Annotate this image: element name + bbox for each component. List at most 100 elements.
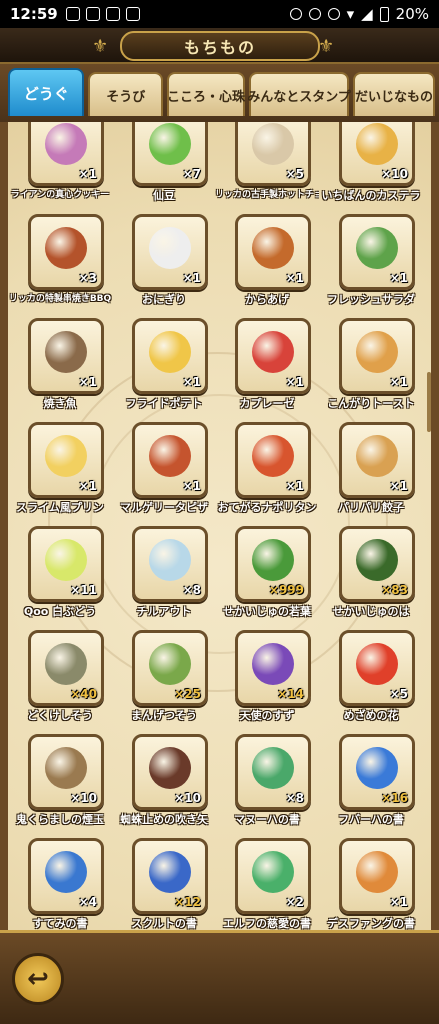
bottom-bar: ↩ [0, 930, 439, 1024]
tab-daiji[interactable]: だいじなもの [353, 72, 435, 116]
item-slot[interactable]: ×3 リッカの特製串焼きBBQ [8, 214, 112, 310]
item-tile[interactable]: ×1 [339, 422, 415, 498]
item-icon [252, 643, 294, 685]
category-tabs: どうぐ そうび こころ・心珠 みんなとスタンプ だいじなもの [0, 64, 439, 122]
item-slot[interactable]: ×1 マルゲリータピザ [112, 422, 216, 518]
item-tile[interactable]: ×1 [235, 214, 311, 290]
item-slot[interactable]: ×1 フレッシュサラダ [319, 214, 423, 310]
item-tile[interactable]: ×11 [28, 526, 104, 602]
item-tile[interactable]: ×14 [235, 630, 311, 706]
item-tile[interactable]: ×2 [235, 838, 311, 914]
item-tile[interactable]: ×1 [235, 318, 311, 394]
item-slot[interactable]: ×1 デスファングの書 [319, 838, 423, 930]
item-slot[interactable]: ×1 おにぎり [112, 214, 216, 310]
item-slot[interactable]: ×12 スクルトの書 [112, 838, 216, 930]
item-name: フレッシュサラダ [327, 293, 415, 306]
item-slot[interactable]: ×40 どくけしそう [8, 630, 112, 726]
item-tile[interactable]: ×1 [132, 318, 208, 394]
tab-dougu[interactable]: どうぐ [8, 68, 85, 116]
item-tile[interactable]: ×1 [132, 422, 208, 498]
item-slot[interactable]: ×10 蜘蛛止めの吹き矢 [112, 734, 216, 830]
item-icon [252, 851, 294, 893]
item-tile[interactable]: ×16 [339, 734, 415, 810]
item-slot[interactable]: ×83 せかいじゅのは [319, 526, 423, 622]
item-slot[interactable]: ×5 めざめの花 [319, 630, 423, 726]
item-name: せかいじゅの若葉 [223, 605, 311, 618]
item-count: ×1 [389, 271, 408, 285]
item-tile[interactable]: ×1 [28, 422, 104, 498]
item-tile[interactable]: ×12 [132, 838, 208, 914]
item-slot[interactable]: ×1 ライアンの真心クッキー [8, 122, 112, 206]
item-name: こんがりトースト [327, 397, 415, 410]
screen-header: ⚜ もちもの ⚜ [0, 28, 439, 64]
item-tile[interactable]: ×8 [132, 526, 208, 602]
item-slot[interactable]: ×1 フライドポテト [112, 318, 216, 414]
item-slot[interactable]: ×5 リッカの古手製ホットチョコレート [215, 122, 319, 206]
item-tile[interactable]: ×4 [28, 838, 104, 914]
item-icon [356, 123, 398, 165]
item-tile[interactable]: ×10 [28, 734, 104, 810]
item-slot[interactable]: ×14 天使のすず [215, 630, 319, 726]
item-name: いちばんのカステラ [321, 189, 421, 202]
scrollbar[interactable] [427, 372, 431, 432]
item-slot[interactable]: ×8 マヌーハの書 [215, 734, 319, 830]
item-icon [356, 851, 398, 893]
item-slot[interactable]: ×2 エルフの慈愛の書 [215, 838, 319, 930]
item-count: ×10 [381, 167, 408, 181]
item-count: ×25 [174, 687, 201, 701]
item-tile[interactable]: ×3 [28, 214, 104, 290]
item-name: めざめの花 [343, 709, 399, 722]
item-tile[interactable]: ×25 [132, 630, 208, 706]
item-slot[interactable]: ×1 カプレーゼ [215, 318, 319, 414]
item-tile[interactable]: ×1 [339, 318, 415, 394]
item-icon [149, 227, 191, 269]
item-tile[interactable]: ×999 [235, 526, 311, 602]
item-tile[interactable]: ×1 [28, 318, 104, 394]
item-icon [149, 747, 191, 789]
item-slot[interactable]: ×4 すてみの書 [8, 838, 112, 930]
item-tile[interactable]: ×8 [235, 734, 311, 810]
item-tile[interactable]: ×83 [339, 526, 415, 602]
item-slot[interactable]: ×25 まんげつそう [112, 630, 216, 726]
item-slot[interactable]: ×1 おてがるナポリタン [215, 422, 319, 518]
item-slot[interactable]: ×999 せかいじゅの若葉 [215, 526, 319, 622]
item-tile[interactable]: ×40 [28, 630, 104, 706]
item-tile[interactable]: ×1 [339, 838, 415, 914]
tab-kokoro[interactable]: こころ・心珠 [167, 72, 245, 116]
item-tile[interactable]: ×5 [339, 630, 415, 706]
item-tile[interactable]: ×1 [28, 122, 104, 186]
item-tile[interactable]: ×1 [339, 214, 415, 290]
d-app-2-icon [125, 7, 140, 21]
item-slot[interactable]: ×1 焼き魚 [8, 318, 112, 414]
fleur-left-icon: ⚜ [92, 36, 109, 57]
item-icon [45, 331, 87, 373]
item-slot[interactable]: ×16 フバーハの書 [319, 734, 423, 830]
status-time: 12:59 [10, 5, 58, 23]
item-slot[interactable]: ×1 パリパリ餃子 [319, 422, 423, 518]
item-list-panel[interactable]: ×1 ライアンの真心クッキー ×7 仙豆 ×5 リッカの古手製ホットチョコレート ×10 いち… [0, 122, 439, 930]
item-slot[interactable]: ×10 いちばんのカステラ [319, 122, 423, 206]
tab-stamps[interactable]: みんなとスタンプ [247, 72, 351, 116]
item-icon [356, 435, 398, 477]
tab-soubi[interactable]: そうび [88, 72, 163, 116]
item-slot[interactable]: ×10 鬼くらましの煙玉 [8, 734, 112, 830]
item-icon [45, 851, 87, 893]
item-slot[interactable]: ×1 スライム風プリン [8, 422, 112, 518]
item-tile[interactable]: ×10 [132, 734, 208, 810]
item-slot[interactable]: ×1 からあげ [215, 214, 319, 310]
item-name: スライム風プリン [16, 501, 104, 514]
item-count: ×10 [70, 791, 97, 805]
back-button[interactable]: ↩ [12, 953, 64, 1005]
item-count: ×1 [78, 375, 97, 389]
item-tile[interactable]: ×1 [235, 422, 311, 498]
item-slot[interactable]: ×11 Qoo 白ぶどう [8, 526, 112, 622]
item-tile[interactable]: ×7 [132, 122, 208, 186]
item-slot[interactable]: ×8 チルアウト [112, 526, 216, 622]
item-tile[interactable]: ×5 [235, 122, 311, 186]
item-tile[interactable]: ×10 [339, 122, 415, 186]
status-bar: 12:59 ▾ ◢ 20% [0, 0, 439, 28]
item-slot[interactable]: ×1 こんがりトースト [319, 318, 423, 414]
item-count: ×4 [78, 895, 97, 909]
item-slot[interactable]: ×7 仙豆 [112, 122, 216, 206]
item-tile[interactable]: ×1 [132, 214, 208, 290]
